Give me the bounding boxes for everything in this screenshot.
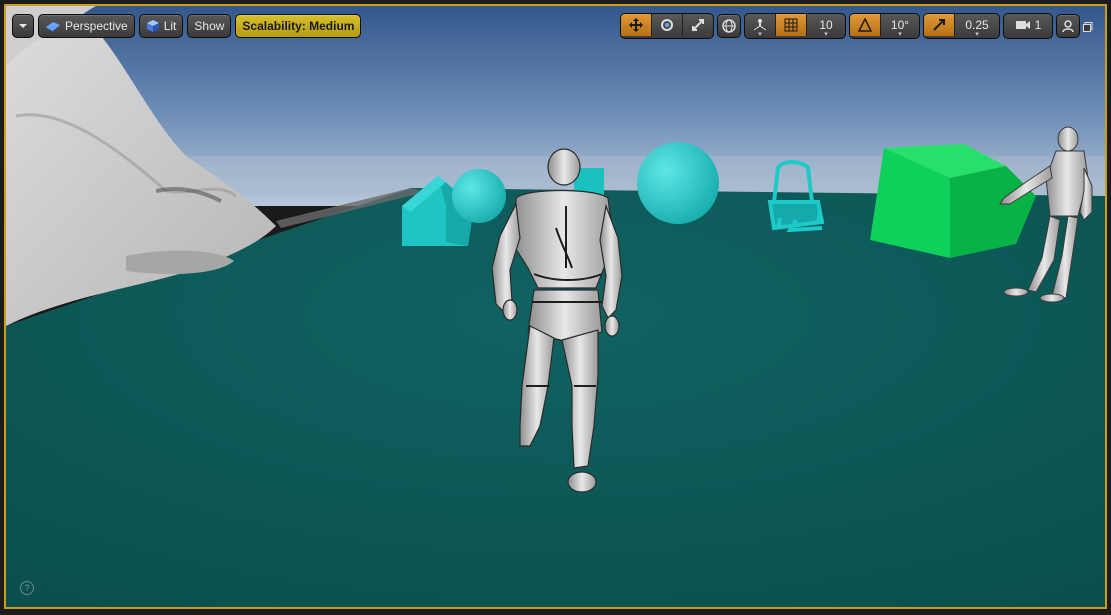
maximize-button[interactable] xyxy=(1083,17,1097,36)
globe-icon xyxy=(722,19,736,33)
translate-mode-button[interactable] xyxy=(621,14,652,36)
sphere-small xyxy=(452,169,506,223)
scale-snap-group: 0.25 ▾ xyxy=(923,13,1000,39)
move-icon xyxy=(629,18,643,32)
grid-snap-toggle[interactable] xyxy=(776,14,807,36)
maximize-icon xyxy=(1083,21,1093,32)
scale-snap-icon xyxy=(933,19,945,31)
help-icon[interactable]: ? xyxy=(20,581,34,595)
camera-icon xyxy=(1015,21,1030,29)
rotation-snap-value[interactable]: 10° ▾ xyxy=(881,14,919,38)
scalability-label: Scalability: Medium xyxy=(242,19,355,33)
camera-speed-button[interactable]: 1 xyxy=(1004,14,1052,36)
viewport-toolbar-left: Perspective Lit Show Scalability: Medium xyxy=(12,14,362,38)
camera-speed-group: 1 xyxy=(1003,13,1053,39)
grid-icon xyxy=(784,18,798,32)
lit-button[interactable]: Lit xyxy=(138,14,184,38)
angle-icon xyxy=(858,18,872,32)
viewport-layout-button[interactable] xyxy=(1056,14,1080,38)
scale-snap-value[interactable]: 0.25 ▾ xyxy=(955,14,999,38)
scene-render[interactable] xyxy=(6,6,1107,609)
perspective-label: Perspective xyxy=(65,19,128,33)
scale-mode-button[interactable] xyxy=(683,14,713,36)
rotation-snap-group: 10° ▾ xyxy=(849,13,920,39)
sphere-large xyxy=(637,142,719,224)
perspective-button[interactable]: Perspective xyxy=(38,14,135,38)
camera-speed-value-label: 1 xyxy=(1034,18,1042,32)
grid-snap-value[interactable]: 10 ▾ xyxy=(807,14,845,38)
scalability-button[interactable]: Scalability: Medium xyxy=(235,14,362,38)
scale-snap-toggle[interactable] xyxy=(924,14,955,36)
show-label: Show xyxy=(194,19,225,33)
surface-snap-button[interactable]: ▾ xyxy=(745,14,776,38)
help-icon-glyph: ? xyxy=(24,583,30,593)
coordinate-system-button[interactable] xyxy=(717,14,741,38)
rotate-icon xyxy=(661,19,673,31)
rotate-mode-button[interactable] xyxy=(652,14,683,36)
lit-label: Lit xyxy=(163,19,177,33)
viewport-options-button[interactable] xyxy=(12,14,34,38)
scale-icon xyxy=(692,19,704,31)
viewport-toolbar-right: ▾ 10 ▾ 10° ▾ 0.25 ▾ 1 xyxy=(620,13,1097,39)
perspective-icon xyxy=(46,22,60,32)
chevron-down-icon xyxy=(19,24,27,28)
show-button[interactable]: Show xyxy=(187,14,232,38)
transform-mode-group xyxy=(620,13,714,39)
grid-snap-group: ▾ 10 ▾ xyxy=(744,13,846,39)
rotation-snap-toggle[interactable] xyxy=(850,14,881,36)
lit-cube-icon xyxy=(146,20,159,32)
level-viewport[interactable]: Perspective Lit Show Scalability: Medium xyxy=(4,4,1107,609)
layout-icon xyxy=(1062,20,1074,33)
